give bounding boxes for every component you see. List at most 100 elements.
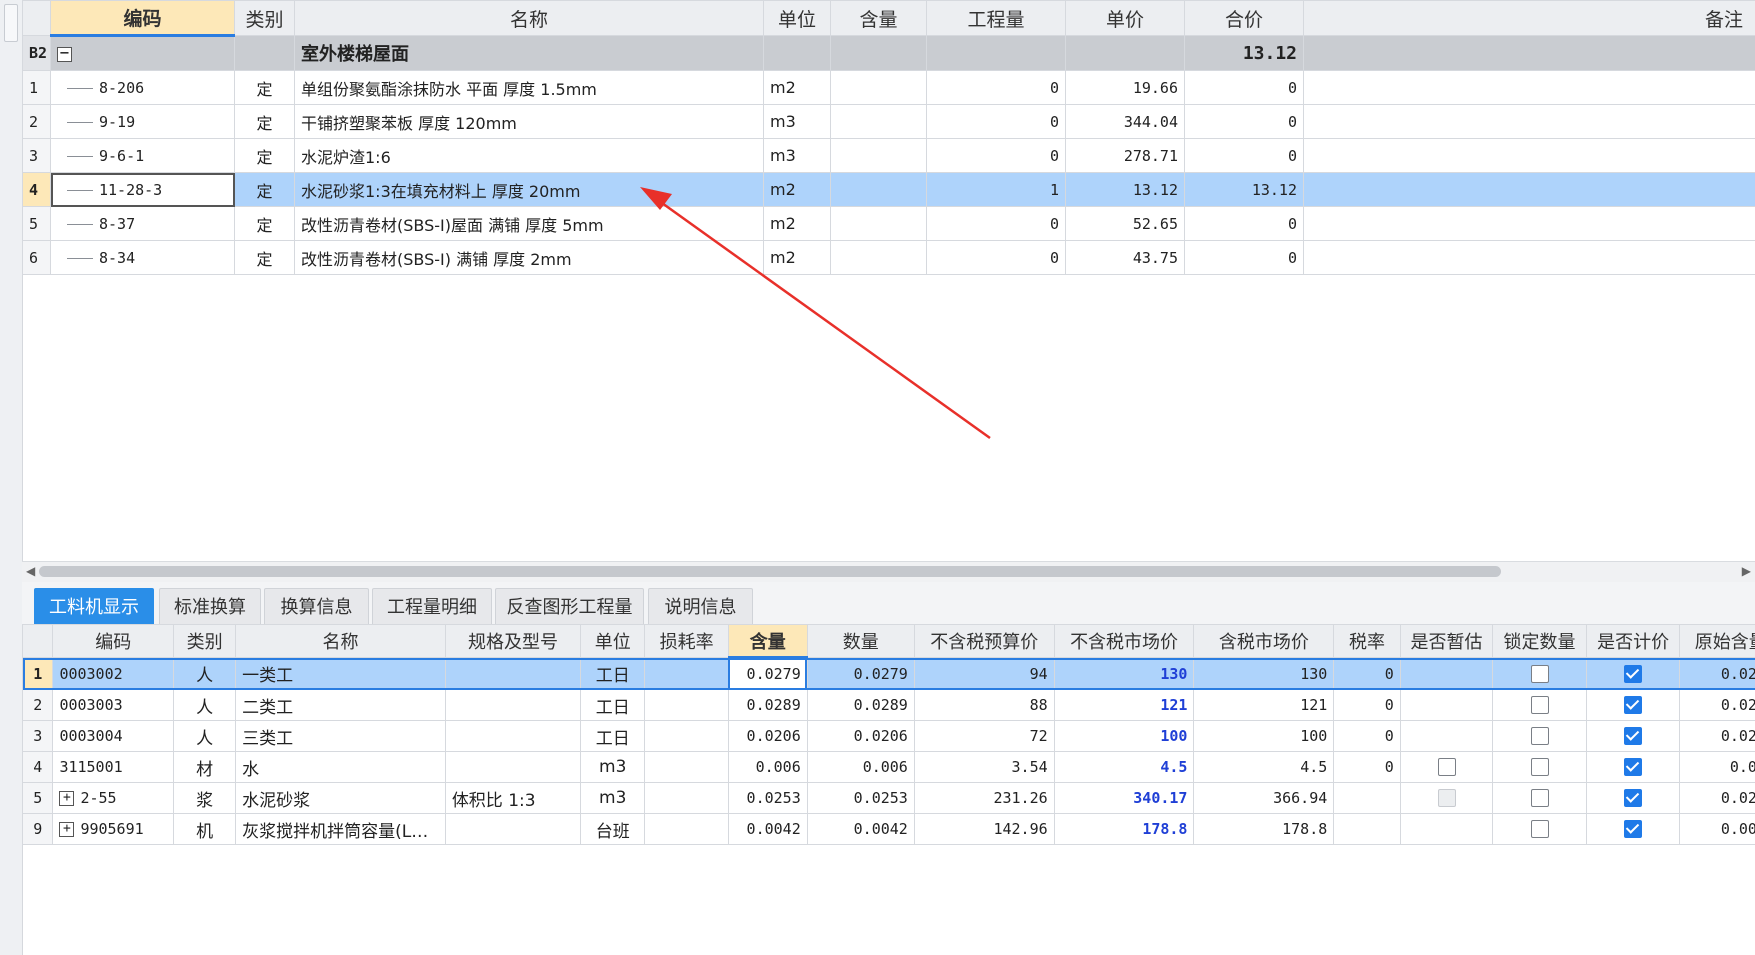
col-header-unit-price[interactable]: 单价 bbox=[1065, 0, 1185, 36]
qty-cell[interactable]: 0.0279 bbox=[806, 657, 915, 690]
remark-cell[interactable] bbox=[1303, 70, 1755, 105]
spec-cell[interactable] bbox=[444, 720, 582, 752]
col-header-type[interactable]: 类别 bbox=[173, 624, 237, 658]
col-header-loss-rate[interactable]: 损耗率 bbox=[644, 624, 729, 658]
type-cell[interactable]: 定 bbox=[234, 104, 295, 139]
col-header-name[interactable]: 名称 bbox=[294, 0, 764, 36]
scroll-right-icon[interactable]: ▶ bbox=[1742, 564, 1751, 578]
market-price-cell[interactable]: 178.8 bbox=[1053, 813, 1195, 845]
name-cell[interactable]: 干铺挤塑聚苯板 厚度 120mm bbox=[294, 104, 764, 139]
table-row[interactable]: 6 8-34 定 改性沥青卷材(SBS-I) 满铺 厚度 2mm m2 0 43… bbox=[22, 240, 1755, 275]
table-row[interactable]: 2 9-19 定 干铺挤塑聚苯板 厚度 120mm m3 0 344.04 0 bbox=[22, 104, 1755, 139]
tab-reverse-graphic-quantity[interactable]: 反查图形工程量 bbox=[495, 588, 644, 626]
tab-quantity-detail[interactable]: 工程量明细 bbox=[372, 588, 492, 626]
type-cell[interactable]: 定 bbox=[234, 240, 295, 275]
type-cell[interactable]: 机 bbox=[173, 813, 237, 845]
name-cell[interactable]: 水泥砂浆 bbox=[235, 782, 446, 814]
col-header-market-price[interactable]: 不含税市场价 bbox=[1053, 624, 1195, 658]
code-cell[interactable]: 8-37 bbox=[50, 206, 235, 241]
lock-qty-checkbox[interactable] bbox=[1530, 664, 1549, 683]
tab-conversion-info[interactable]: 换算信息 bbox=[264, 588, 369, 626]
market-price-tax-cell[interactable]: 100 bbox=[1193, 720, 1335, 752]
code-cell[interactable]: 0003002 bbox=[52, 657, 175, 690]
unit-cell[interactable]: m3 bbox=[763, 138, 831, 173]
code-cell[interactable]: 8-34 bbox=[50, 240, 235, 275]
code-cell[interactable]: 3115001 bbox=[52, 751, 175, 783]
content-cell[interactable]: 0.0289 bbox=[727, 689, 808, 721]
price-cell[interactable]: 344.04 bbox=[1065, 104, 1185, 139]
provisional-checkbox[interactable] bbox=[1437, 758, 1456, 776]
col-header-budget-price[interactable]: 不含税预算价 bbox=[913, 624, 1055, 658]
code-cell[interactable]: +2-55 bbox=[52, 782, 175, 814]
resource-row[interactable]: 2 0003003 人 二类工 工日 0.0289 0.0289 88 121 … bbox=[21, 689, 1755, 721]
qty-cell[interactable]: 0 bbox=[926, 240, 1066, 275]
col-header-quantity[interactable]: 工程量 bbox=[926, 0, 1066, 36]
code-cell[interactable]: +9905691 bbox=[52, 813, 175, 845]
market-price-tax-cell[interactable]: 366.94 bbox=[1193, 782, 1335, 814]
priced-checkbox[interactable] bbox=[1624, 758, 1643, 776]
qty-cell[interactable]: 0 bbox=[926, 70, 1066, 105]
market-price-tax-cell[interactable]: 130 bbox=[1193, 657, 1335, 690]
content-cell[interactable] bbox=[830, 206, 927, 241]
qty-cell[interactable]: 0.0289 bbox=[806, 689, 915, 721]
loss-cell[interactable] bbox=[644, 813, 729, 845]
qty-cell[interactable]: 0 bbox=[926, 206, 1066, 241]
code-cell[interactable]: 11-28-3 bbox=[50, 172, 235, 207]
spec-cell[interactable] bbox=[444, 751, 582, 783]
expand-icon[interactable]: + bbox=[59, 822, 75, 837]
horizontal-scrollbar[interactable]: ◀ ▶ bbox=[22, 561, 1755, 583]
price-cell[interactable]: 278.71 bbox=[1065, 138, 1185, 173]
content-cell[interactable] bbox=[830, 240, 927, 275]
scrollbar-thumb[interactable] bbox=[39, 566, 1501, 577]
loss-cell[interactable] bbox=[644, 782, 729, 814]
spec-cell[interactable]: 体积比 1:3 bbox=[444, 782, 582, 814]
market-price-tax-cell[interactable]: 178.8 bbox=[1193, 813, 1335, 845]
name-cell[interactable]: 水 bbox=[235, 751, 446, 783]
qty-cell[interactable]: 0.0253 bbox=[806, 782, 915, 814]
tab-labor-material-machine[interactable]: 工料机显示 bbox=[34, 588, 154, 626]
col-header-spec[interactable]: 规格及型号 bbox=[444, 624, 582, 658]
name-cell[interactable]: 水泥砂浆1:3在填充材料上 厚度 20mm bbox=[294, 172, 764, 207]
unit-cell[interactable]: m2 bbox=[763, 240, 831, 275]
resource-row[interactable]: 4 3115001 材 水 m3 0.006 0.006 3.54 4.5 4.… bbox=[21, 751, 1755, 783]
unit-cell[interactable]: 工日 bbox=[580, 689, 646, 721]
priced-checkbox[interactable] bbox=[1624, 727, 1643, 745]
qty-cell[interactable]: 0.006 bbox=[806, 751, 915, 783]
code-cell[interactable]: 0003003 bbox=[52, 689, 175, 721]
code-cell[interactable]: 8-206 bbox=[50, 70, 235, 105]
col-header-remark[interactable]: 备注 bbox=[1303, 0, 1755, 36]
spec-cell[interactable] bbox=[444, 813, 582, 845]
unit-cell[interactable]: 工日 bbox=[580, 657, 646, 690]
qty-cell[interactable]: 0 bbox=[926, 138, 1066, 173]
resource-row[interactable]: 5 +2-55 浆 水泥砂浆 体积比 1:3 m3 0.0253 0.0253 … bbox=[21, 782, 1755, 814]
priced-checkbox[interactable] bbox=[1624, 664, 1643, 683]
col-header-tax-rate[interactable]: 税率 bbox=[1333, 624, 1401, 658]
table-row[interactable]: 5 8-37 定 改性沥青卷材(SBS-I)屋面 满铺 厚度 5mm m2 0 … bbox=[22, 206, 1755, 241]
type-cell[interactable]: 人 bbox=[173, 689, 237, 721]
spec-cell[interactable] bbox=[444, 657, 582, 690]
name-cell[interactable]: 水泥炉渣1:6 bbox=[294, 138, 764, 173]
type-cell[interactable]: 定 bbox=[234, 172, 295, 207]
priced-checkbox[interactable] bbox=[1624, 820, 1643, 838]
tax-rate-cell[interactable] bbox=[1333, 782, 1401, 814]
type-cell[interactable]: 浆 bbox=[173, 782, 237, 814]
qty-cell[interactable]: 0 bbox=[926, 104, 1066, 139]
tax-rate-cell[interactable]: 0 bbox=[1333, 751, 1401, 783]
remark-cell[interactable] bbox=[1303, 240, 1755, 275]
name-cell[interactable]: 改性沥青卷材(SBS-I)屋面 满铺 厚度 5mm bbox=[294, 206, 764, 241]
table-row-selected[interactable]: 4 11-28-3 定 水泥砂浆1:3在填充材料上 厚度 20mm m2 1 1… bbox=[22, 172, 1755, 207]
content-cell[interactable] bbox=[830, 138, 927, 173]
scroll-left-icon[interactable]: ◀ bbox=[26, 564, 35, 578]
type-cell[interactable]: 材 bbox=[173, 751, 237, 783]
market-price-cell[interactable]: 100 bbox=[1053, 720, 1195, 752]
price-cell[interactable]: 19.66 bbox=[1065, 70, 1185, 105]
col-header-market-price-tax[interactable]: 含税市场价 bbox=[1193, 624, 1335, 658]
tax-rate-cell[interactable]: 0 bbox=[1333, 657, 1401, 690]
lock-qty-checkbox[interactable] bbox=[1530, 789, 1549, 807]
lock-qty-checkbox[interactable] bbox=[1530, 727, 1549, 745]
code-cell[interactable]: 0003004 bbox=[52, 720, 175, 752]
col-header-lock-qty[interactable]: 锁定数量 bbox=[1492, 624, 1587, 658]
remark-cell[interactable] bbox=[1303, 172, 1755, 207]
qty-cell[interactable]: 0.0206 bbox=[806, 720, 915, 752]
name-cell[interactable]: 三类工 bbox=[235, 720, 446, 752]
